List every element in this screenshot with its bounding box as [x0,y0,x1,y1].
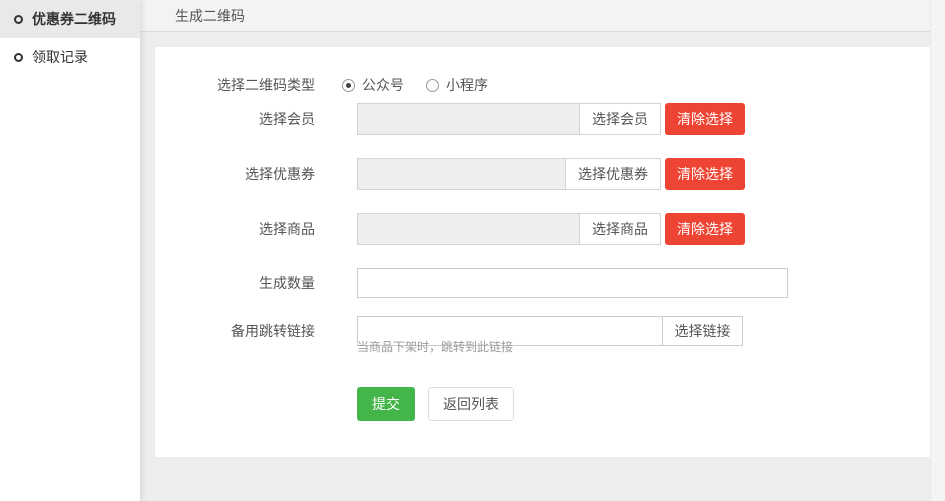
quantity-row: 生成数量 [155,268,930,298]
quantity-control [357,268,788,298]
form-card: 选择二维码类型 公众号 小程序 选择会员 选择会员 清除选择 [155,47,930,457]
circle-bullet-icon [14,53,23,62]
coupon-input[interactable] [357,158,565,190]
product-input[interactable] [357,213,579,245]
coupon-clear-button[interactable]: 清除选择 [665,158,745,190]
fallback-link-select-button[interactable]: 选择链接 [663,316,743,346]
member-select-button[interactable]: 选择会员 [579,103,661,135]
quantity-label: 生成数量 [155,273,315,293]
radio-mini-program[interactable] [426,79,439,92]
sidebar-item-coupon-qrcode[interactable]: 优惠券二维码 [0,0,140,38]
coupon-row: 选择优惠券 选择优惠券 清除选择 [155,158,930,190]
scrollbar-track[interactable] [930,0,945,501]
product-label: 选择商品 [155,219,315,239]
circle-bullet-icon [14,15,23,24]
main-content: 生成二维码 选择二维码类型 公众号 小程序 选择会员 选择会员 清除选 [140,0,945,501]
submit-button[interactable]: 提交 [357,387,415,421]
back-to-list-button[interactable]: 返回列表 [428,387,514,421]
fallback-link-help-text: 当商品下架时，跳转到此链接 [357,338,513,355]
qr-type-row: 选择二维码类型 公众号 小程序 [155,75,930,95]
page-header: 生成二维码 [140,0,945,32]
actions: 提交 返回列表 [357,387,514,421]
radio-mini-program-label[interactable]: 小程序 [446,75,488,95]
product-group: 选择商品 清除选择 [357,213,745,245]
product-row: 选择商品 选择商品 清除选择 [155,213,930,245]
qr-type-options: 公众号 小程序 [342,75,488,95]
actions-row: 提交 返回列表 [155,387,930,421]
member-label: 选择会员 [155,109,315,129]
fallback-link-label: 备用跳转链接 [155,321,315,341]
coupon-select-button[interactable]: 选择优惠券 [565,158,661,190]
member-clear-button[interactable]: 清除选择 [665,103,745,135]
sidebar: 优惠券二维码 领取记录 [0,0,140,501]
quantity-input[interactable] [357,268,788,298]
sidebar-item-label: 领取记录 [32,47,88,67]
qr-type-label: 选择二维码类型 [155,75,315,95]
radio-official-account[interactable] [342,79,355,92]
qrcode-form: 选择二维码类型 公众号 小程序 选择会员 选择会员 清除选择 [155,47,930,421]
coupon-label: 选择优惠券 [155,164,315,184]
member-row: 选择会员 选择会员 清除选择 [155,103,930,135]
product-select-button[interactable]: 选择商品 [579,213,661,245]
member-input[interactable] [357,103,579,135]
member-group: 选择会员 清除选择 [357,103,745,135]
coupon-group: 选择优惠券 清除选择 [357,158,745,190]
sidebar-item-label: 优惠券二维码 [32,9,116,29]
product-clear-button[interactable]: 清除选择 [665,213,745,245]
sidebar-item-claim-records[interactable]: 领取记录 [0,38,140,76]
radio-official-account-label[interactable]: 公众号 [362,75,404,95]
page-title: 生成二维码 [175,6,245,26]
